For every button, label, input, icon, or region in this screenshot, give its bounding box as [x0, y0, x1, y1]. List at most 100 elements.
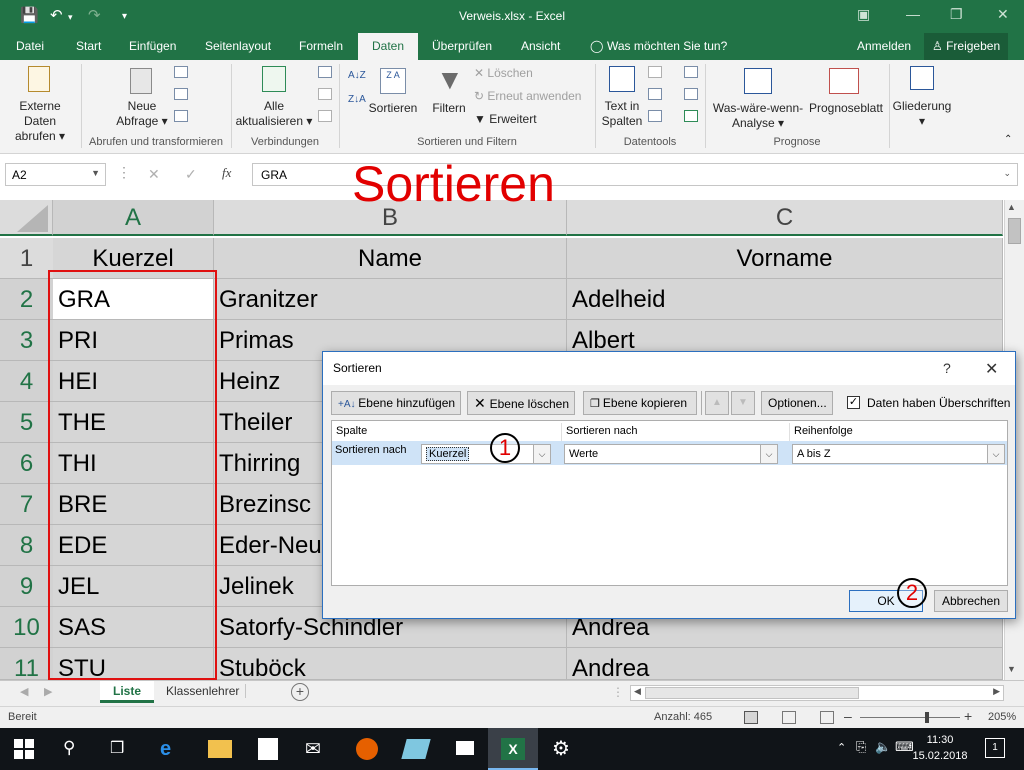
zoom-slider-thumb[interactable]: [925, 712, 929, 723]
table-cell[interactable]: Granitzer: [214, 279, 567, 320]
scroll-left-icon[interactable]: ◀: [634, 686, 641, 697]
sort-button[interactable]: Sortieren: [366, 101, 420, 116]
cell-header-vorname[interactable]: Vorname: [567, 238, 1003, 279]
row-header[interactable]: 1: [0, 238, 53, 279]
page-break-view-icon[interactable]: [820, 711, 834, 724]
scroll-down-icon[interactable]: ▼: [1007, 664, 1016, 674]
select-all-corner[interactable]: [0, 200, 53, 236]
minimize-icon[interactable]: —: [906, 6, 920, 22]
copy-level-button[interactable]: ❐ Ebene kopieren: [583, 391, 697, 415]
column-header-c[interactable]: C: [567, 200, 1003, 236]
sort-az-icon[interactable]: A↓Z: [348, 70, 366, 81]
tab-insert[interactable]: Einfügen: [129, 39, 176, 53]
cell-header-name[interactable]: Name: [214, 238, 567, 279]
filter-button[interactable]: Filtern: [428, 101, 470, 116]
share-button[interactable]: ♙ Freigeben: [924, 33, 1009, 60]
show-queries-icon[interactable]: [174, 66, 188, 78]
store-icon[interactable]: [258, 738, 278, 760]
page-layout-view-icon[interactable]: [782, 711, 796, 724]
delete-level-button[interactable]: ✕ Ebene löschen: [467, 391, 575, 415]
collapse-ribbon-icon[interactable]: ⌃: [1004, 134, 1012, 145]
edge-icon[interactable]: e: [160, 738, 182, 760]
order-dropdown[interactable]: A bis Z ⌵: [792, 444, 1005, 464]
clock[interactable]: 11:30 15.02.2018: [910, 732, 970, 764]
restore-icon[interactable]: ❐: [950, 6, 963, 23]
forecast-sheet-button[interactable]: Prognoseblatt: [806, 101, 886, 116]
row-header[interactable]: 9: [0, 566, 53, 607]
headers-checkbox[interactable]: ✓: [847, 396, 860, 409]
mail-icon[interactable]: ✉: [305, 738, 327, 760]
headers-checkbox-label[interactable]: Daten haben Überschriften: [867, 396, 1010, 410]
options-button[interactable]: Optionen...: [761, 391, 833, 415]
search-icon[interactable]: ⚲: [63, 738, 85, 760]
table-cell[interactable]: Stuböck: [214, 648, 567, 680]
name-box[interactable]: A2 ▼: [5, 163, 106, 186]
tab-file[interactable]: Datei: [16, 39, 44, 53]
split-handle-icon[interactable]: ⋮: [612, 685, 624, 699]
manage-data-model-icon[interactable]: [684, 110, 698, 122]
close-window-icon[interactable]: ✕: [997, 6, 1009, 23]
normal-view-icon[interactable]: [744, 711, 758, 724]
task-view-icon[interactable]: ❒: [110, 738, 132, 760]
notification-center-icon[interactable]: 1: [985, 738, 1005, 758]
expand-formula-icon[interactable]: ⌄: [1003, 168, 1011, 179]
outline-button[interactable]: Gliederung ▾: [890, 99, 954, 129]
row-header[interactable]: 11: [0, 648, 53, 680]
consolidate-icon[interactable]: [684, 66, 698, 78]
name-box-dropdown-icon[interactable]: ▼: [91, 168, 100, 178]
zoom-in-icon[interactable]: +: [964, 708, 972, 724]
tell-me-input[interactable]: Was möchten Sie tun?: [607, 39, 727, 53]
data-validation-icon[interactable]: [648, 110, 662, 122]
row-header[interactable]: 8: [0, 525, 53, 566]
firefox-icon[interactable]: [356, 738, 378, 760]
what-if-button[interactable]: Was-wäre-wenn- Analyse ▾: [708, 101, 808, 131]
text-to-columns-button[interactable]: Text in Spalten: [598, 99, 646, 129]
row-header[interactable]: 5: [0, 402, 53, 443]
photos-icon[interactable]: [401, 739, 431, 759]
volume-icon[interactable]: 🔈: [875, 739, 891, 755]
new-query-button[interactable]: Neue Abfrage ▾: [112, 99, 172, 129]
zoom-slider[interactable]: [860, 717, 960, 718]
tab-home[interactable]: Start: [76, 39, 101, 53]
relationships-icon[interactable]: [684, 88, 698, 100]
scroll-right-icon[interactable]: ▶: [993, 686, 1000, 697]
show-hidden-icons-icon[interactable]: ⌃: [837, 741, 846, 754]
zoom-level[interactable]: 205%: [988, 711, 1016, 723]
tab-view[interactable]: Ansicht: [521, 39, 560, 53]
cancel-button[interactable]: Abbrechen: [934, 590, 1008, 612]
insert-function-icon[interactable]: fx: [222, 165, 231, 181]
row-header[interactable]: 10: [0, 607, 53, 648]
row-header[interactable]: 7: [0, 484, 53, 525]
from-table-icon[interactable]: [174, 88, 188, 100]
row-header[interactable]: 4: [0, 361, 53, 402]
add-level-button[interactable]: +A↓ Ebene hinzufügen: [331, 391, 461, 415]
sort-za-icon[interactable]: Z↓A: [348, 94, 366, 105]
file-explorer-icon[interactable]: [208, 740, 232, 758]
row-header[interactable]: 6: [0, 443, 53, 484]
row-header[interactable]: 3: [0, 320, 53, 361]
vertical-scroll-thumb[interactable]: [1008, 218, 1021, 244]
external-data-button[interactable]: Externe Daten abrufen ▾: [2, 99, 78, 144]
refresh-all-button[interactable]: Alle aktualisieren ▾: [234, 99, 314, 129]
tab-formulas[interactable]: Formeln: [299, 39, 343, 53]
network-icon[interactable]: ⎘: [856, 739, 866, 755]
horizontal-scroll-thumb[interactable]: [645, 687, 859, 699]
add-sheet-icon[interactable]: +: [291, 683, 309, 701]
sheet-tab-klassenlehrer[interactable]: Klassenlehrer: [160, 684, 247, 698]
recent-sources-icon[interactable]: [174, 110, 188, 122]
table-cell[interactable]: Andrea: [567, 648, 1003, 680]
tab-data[interactable]: Daten: [358, 33, 419, 60]
tab-review[interactable]: Überprüfen: [432, 39, 492, 53]
sheet-tab-liste[interactable]: Liste: [100, 681, 154, 703]
ribbon-display-icon[interactable]: ▣: [857, 6, 870, 23]
connections-icon[interactable]: [318, 66, 332, 78]
tab-page-layout[interactable]: Seitenlayout: [205, 39, 271, 53]
dialog-close-icon[interactable]: ✕: [985, 359, 998, 379]
screen-capture-icon[interactable]: [456, 741, 474, 755]
prev-sheet-icon[interactable]: ◀: [20, 685, 28, 698]
settings-gear-icon[interactable]: ⚙: [552, 736, 574, 760]
signin-link[interactable]: Anmelden: [857, 39, 911, 53]
remove-duplicates-icon[interactable]: [648, 88, 662, 100]
table-cell[interactable]: Adelheid: [567, 279, 1003, 320]
advanced-filter-button[interactable]: ▼ Erweitert: [474, 112, 537, 126]
